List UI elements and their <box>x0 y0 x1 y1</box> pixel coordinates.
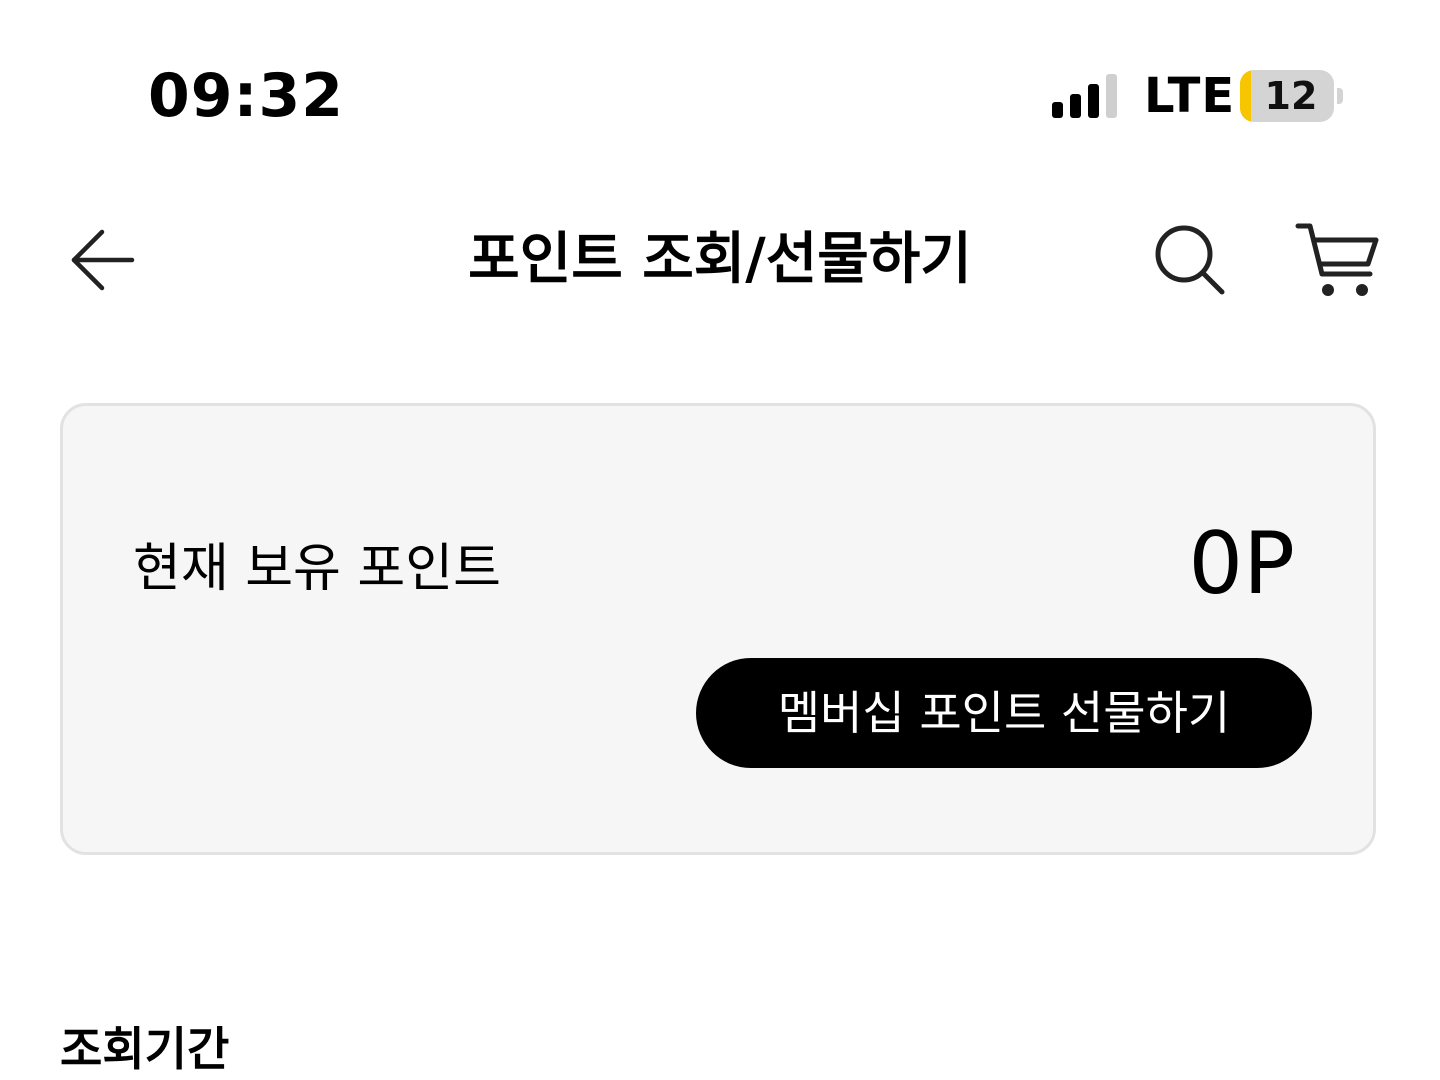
network-type: LTE <box>1144 68 1236 124</box>
battery-tip <box>1337 88 1343 104</box>
search-icon[interactable] <box>1148 218 1230 300</box>
gift-points-button[interactable]: 멤버십 포인트 선물하기 <box>696 658 1312 768</box>
status-time: 09:32 <box>148 61 344 131</box>
period-section-title: 조회기간 <box>60 1022 230 1076</box>
app-header: 포인트 조회/선물하기 <box>0 190 1440 330</box>
page-title: 포인트 조회/선물하기 <box>468 227 972 292</box>
cellular-signal-icon <box>1052 74 1117 118</box>
status-bar: 09:32 LTE 12 <box>0 0 1440 190</box>
points-card: 현재 보유 포인트 0P 멤버십 포인트 선물하기 <box>60 403 1376 855</box>
current-points-value: 0P <box>1188 514 1295 614</box>
current-points-label: 현재 보유 포인트 <box>133 539 501 599</box>
back-arrow-icon[interactable] <box>62 224 142 296</box>
cart-icon[interactable] <box>1292 216 1382 302</box>
battery-icon: 12 <box>1240 70 1334 122</box>
battery-level: 12 <box>1264 74 1318 118</box>
